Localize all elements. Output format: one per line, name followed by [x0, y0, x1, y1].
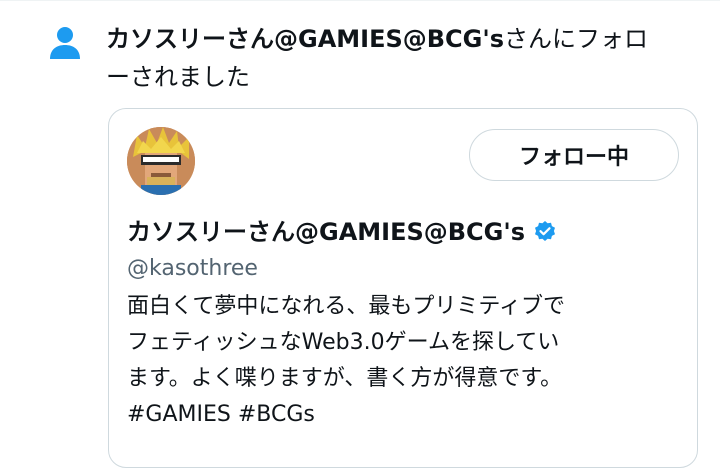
bio-line: ます。よく喋りますが、書く方が得意です。: [127, 366, 563, 391]
display-name-text: カソスリーさん@GAMIES@BCG's: [127, 218, 526, 246]
person-icon: [50, 27, 80, 59]
bio-line: 面白くて夢中になれる、最もプリミティブで: [127, 294, 566, 319]
notification-action-text: さんにフォロ: [504, 25, 649, 53]
user-card[interactable]: フォロー中 カソスリーさん@GAMIES@BCG's @kasothree 面白…: [108, 108, 698, 468]
bio-line: フェティッシュなWeb3.0ゲームを探してい: [127, 330, 560, 355]
avatar[interactable]: [127, 127, 195, 195]
notification-action-text-line2: ーされました: [106, 63, 250, 91]
profile-display-name[interactable]: カソスリーさん@GAMIES@BCG's: [127, 217, 557, 247]
top-divider: [0, 0, 720, 1]
notification-text: カソスリーさん@GAMIES@BCG'sさんにフォロ ーされました: [106, 20, 706, 96]
profile-bio: 面白くて夢中になれる、最もプリミティブで フェティッシュなWeb3.0ゲームを探…: [127, 289, 687, 433]
verified-badge-icon: [535, 221, 556, 241]
notification-user-name[interactable]: カソスリーさん@GAMIES@BCG's: [106, 25, 504, 53]
profile-handle: @kasothree: [127, 256, 258, 281]
following-button[interactable]: フォロー中: [469, 129, 679, 181]
avatar-image: [127, 127, 195, 195]
bio-hashtags[interactable]: #GAMIES #BCGs: [127, 397, 687, 433]
